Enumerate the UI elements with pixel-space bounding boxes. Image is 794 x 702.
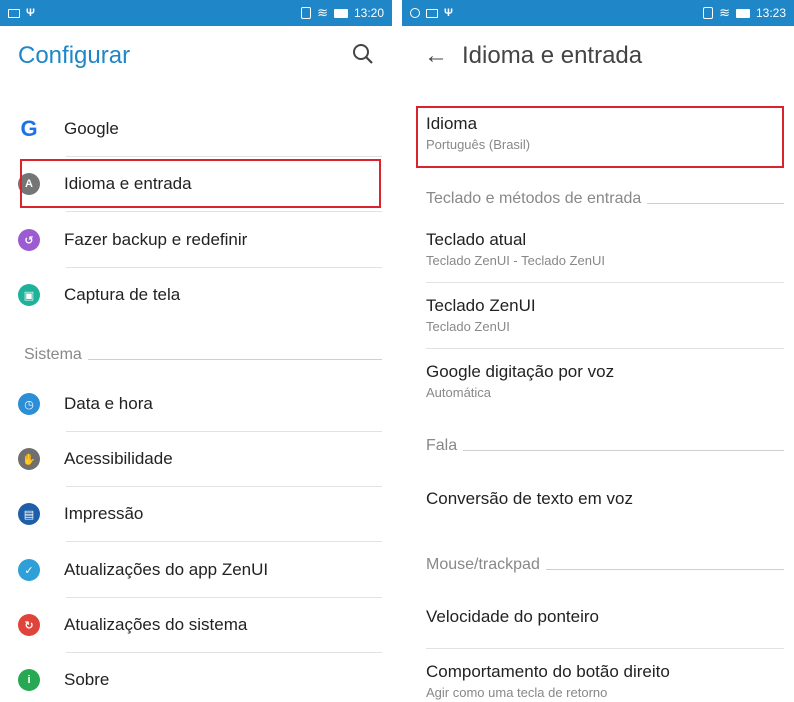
section-label: Mouse/trackpad <box>426 556 540 573</box>
settings-item-data-hora[interactable]: ◷ Data e hora <box>18 393 382 415</box>
settings-screen: Ψ ≋ 13:20 Configurar G Google A Idioma e… <box>0 0 392 702</box>
teclado-zenui-item[interactable]: Teclado ZenUI Teclado ZenUI <box>426 296 784 334</box>
google-icon: G <box>18 116 40 141</box>
section-label: Sistema <box>24 346 82 363</box>
status-time: 13:20 <box>353 6 384 20</box>
highlight-box <box>416 106 784 168</box>
item-subtitle: Teclado ZenUI <box>426 319 510 334</box>
app-bar: Configurar <box>0 26 392 86</box>
velocidade-item[interactable]: Velocidade do ponteiro <box>426 607 784 627</box>
section-mouse: Mouse/trackpad <box>426 556 784 574</box>
printer-icon: ▤ <box>18 503 40 525</box>
page-title: Configurar <box>18 42 131 69</box>
item-label: Atualizações do app ZenUI <box>64 560 269 579</box>
item-label: Google <box>64 119 119 138</box>
info-icon: i <box>18 669 40 691</box>
settings-item-acessibilidade[interactable]: ✋ Acessibilidade <box>18 448 382 470</box>
language-input-screen: Ψ ≋ 13:23 ← Idioma e entrada Idioma Port… <box>402 0 794 702</box>
settings-item-impressao[interactable]: ▤ Impressão <box>18 503 382 525</box>
settings-item-google[interactable]: G Google <box>18 116 382 141</box>
item-label: Atualizações do sistema <box>64 615 248 634</box>
usb-icon: Ψ <box>26 7 35 19</box>
status-bar: Ψ ≋ 13:20 <box>0 0 392 26</box>
item-label: Data e hora <box>64 394 153 413</box>
conversao-item[interactable]: Conversão de texto em voz <box>426 489 784 509</box>
item-title: Google digitação por voz <box>426 362 615 381</box>
section-fala: Fala <box>426 437 784 455</box>
item-label: Sobre <box>64 670 110 689</box>
section-sistema: Sistema <box>24 346 382 364</box>
settings-item-captura[interactable]: ▣ Captura de tela <box>18 284 382 306</box>
back-arrow-icon[interactable]: ← <box>424 42 448 70</box>
teclado-atual-item[interactable]: Teclado atual Teclado ZenUI - Teclado Ze… <box>426 230 784 268</box>
backup-icon: ↺ <box>18 229 40 251</box>
section-teclado: Teclado e métodos de entrada <box>426 190 784 208</box>
item-title: Comportamento do botão direito <box>426 662 670 681</box>
status-bar: Ψ ≋ 13:23 <box>402 0 794 26</box>
item-subtitle: Teclado ZenUI - Teclado ZenUI <box>426 253 605 268</box>
settings-item-backup[interactable]: ↺ Fazer backup e redefinir <box>18 229 382 251</box>
search-icon[interactable] <box>352 43 374 70</box>
item-title: Conversão de texto em voz <box>426 489 633 508</box>
item-label: Fazer backup e redefinir <box>64 230 248 249</box>
item-label: Captura de tela <box>64 285 181 304</box>
item-title: Teclado atual <box>426 230 527 249</box>
vibrate-icon <box>301 7 312 19</box>
settings-item-sobre[interactable]: i Sobre <box>18 669 382 691</box>
item-subtitle: Automática <box>426 385 492 400</box>
system-update-icon: ↻ <box>18 614 40 636</box>
section-label: Teclado e métodos de entrada <box>426 190 642 207</box>
vibrate-icon <box>703 7 714 19</box>
notification-icon <box>8 8 20 18</box>
settings-item-atualizacoes-app[interactable]: ✓ Atualizações do app ZenUI <box>18 559 382 581</box>
item-title: Velocidade do ponteiro <box>426 607 599 626</box>
battery-icon <box>735 8 750 18</box>
item-label: Acessibilidade <box>64 449 173 468</box>
app-update-icon: ✓ <box>18 559 40 581</box>
screenshot-icon: ▣ <box>18 284 40 306</box>
alarm-icon <box>410 8 420 18</box>
hand-icon: ✋ <box>18 448 40 470</box>
battery-icon <box>333 8 348 18</box>
item-title: Teclado ZenUI <box>426 296 536 315</box>
highlight-box <box>20 159 381 208</box>
comportamento-item[interactable]: Comportamento do botão direito Agir como… <box>426 662 784 700</box>
page-title: Idioma e entrada <box>462 42 643 69</box>
item-subtitle: Agir como uma tecla de retorno <box>426 685 608 700</box>
usb-icon: Ψ <box>444 7 453 19</box>
notification-icon <box>426 8 438 18</box>
wifi-icon: ≋ <box>317 5 328 20</box>
clock-icon: ◷ <box>18 393 40 415</box>
section-label: Fala <box>426 437 458 454</box>
google-voz-item[interactable]: Google digitação por voz Automática <box>426 362 784 400</box>
settings-item-atualizacoes-sistema[interactable]: ↻ Atualizações do sistema <box>18 614 382 636</box>
item-label: Impressão <box>64 504 144 523</box>
app-bar: ← Idioma e entrada <box>402 26 794 86</box>
wifi-icon: ≋ <box>719 5 730 20</box>
status-time: 13:23 <box>755 6 786 20</box>
